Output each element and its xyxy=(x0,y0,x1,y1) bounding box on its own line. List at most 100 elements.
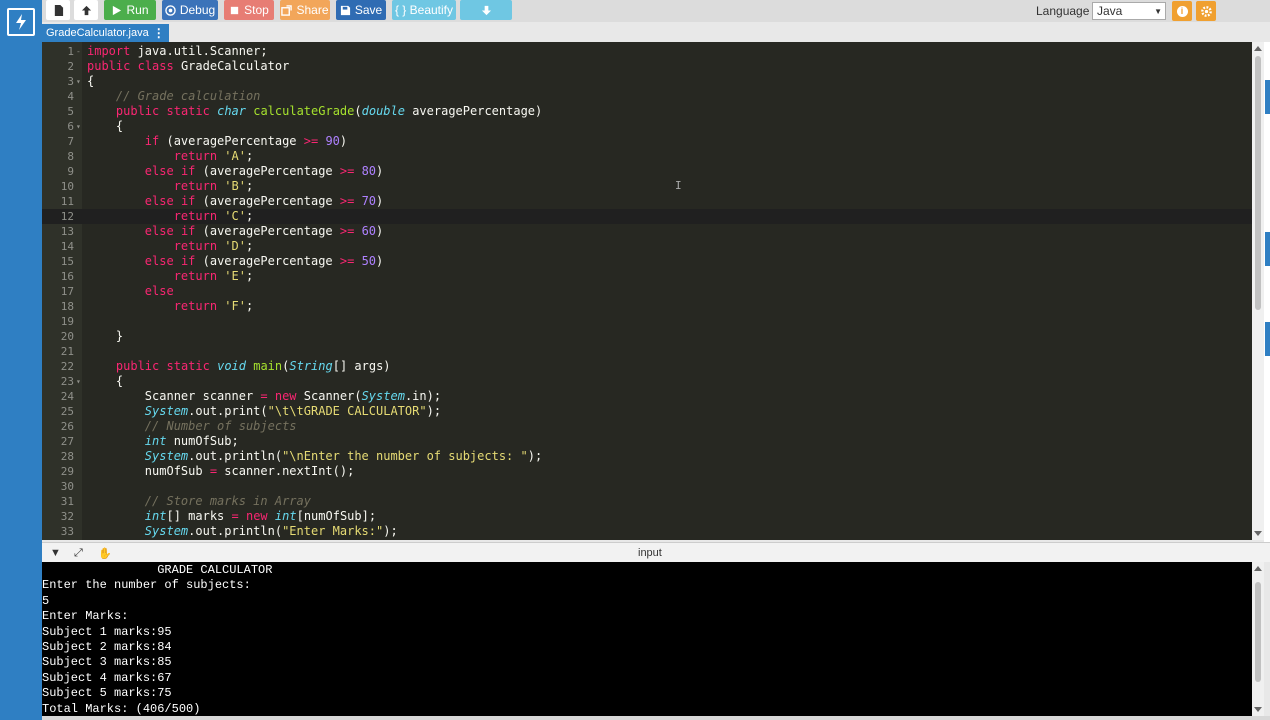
code-line[interactable]: 18 return 'F'; xyxy=(42,299,1252,314)
code-line[interactable]: 22 public static void main(String[] args… xyxy=(42,359,1252,374)
info-button[interactable]: i xyxy=(1172,1,1192,21)
console-output[interactable]: GRADE CALCULATOR Enter the number of subj… xyxy=(42,562,1252,716)
code-line[interactable]: 11 else if (averagePercentage >= 70) xyxy=(42,194,1252,209)
editor-scrollbar[interactable] xyxy=(1252,42,1264,540)
fold-arrow-icon[interactable]: ▾ xyxy=(76,374,81,389)
beautify-button[interactable]: { } Beautify xyxy=(392,0,456,20)
code-line[interactable]: 24 Scanner scanner = new Scanner(System.… xyxy=(42,389,1252,404)
code-line[interactable]: 31 // Store marks in Array xyxy=(42,494,1252,509)
code-line[interactable]: 28 System.out.println("\nEnter the numbe… xyxy=(42,449,1252,464)
code-line[interactable]: 2 public class GradeCalculator xyxy=(42,59,1252,74)
code-line[interactable]: 20 } xyxy=(42,329,1252,344)
line-number: 14 xyxy=(60,240,74,253)
code-line[interactable]: 14 return 'D'; xyxy=(42,239,1252,254)
hand-icon[interactable]: ✋ xyxy=(98,547,112,560)
more-options-icon[interactable]: ⋮ xyxy=(153,26,165,40)
code-line[interactable]: 16 return 'E'; xyxy=(42,269,1252,284)
code-token: 'D' xyxy=(224,239,246,253)
code-line[interactable]: 32 int[] marks = new int[numOfSub]; xyxy=(42,509,1252,524)
console-line: Subject 1 marks:95 xyxy=(42,624,172,639)
save-button[interactable]: Save xyxy=(336,0,386,20)
code-line[interactable]: 27 int numOfSub; xyxy=(42,434,1252,449)
settings-button[interactable] xyxy=(1196,1,1216,21)
language-select[interactable]: Java ▼ xyxy=(1092,2,1166,20)
code-line[interactable]: 19 xyxy=(42,314,1252,329)
console-line: Enter Marks: xyxy=(42,609,129,624)
code-token: "\t\tGRADE CALCULATOR" xyxy=(267,404,427,418)
line-number: 22 xyxy=(60,360,74,373)
code-line[interactable]: 1- import java.util.Scanner; xyxy=(42,44,1252,59)
code-line[interactable]: 7 if (averagePercentage >= 90) xyxy=(42,134,1252,149)
scroll-down-icon[interactable] xyxy=(1254,707,1262,712)
code-text: // Number of subjects xyxy=(87,419,297,434)
run-button[interactable]: Run xyxy=(104,0,156,20)
line-number: 13 xyxy=(60,225,74,238)
code-line[interactable]: 3 ▾ { xyxy=(42,74,1252,89)
share-button[interactable]: Share xyxy=(280,0,330,20)
code-line[interactable]: 17 else xyxy=(42,284,1252,299)
bolt-icon[interactable] xyxy=(7,8,35,36)
stop-button[interactable]: Stop xyxy=(224,0,274,20)
code-line[interactable]: 12 return 'C'; xyxy=(42,209,1252,224)
code-line[interactable]: 23 ▾ { xyxy=(42,374,1252,389)
console-header: ▼ ⤢ ✋ input xyxy=(42,542,1270,562)
console-scroll-thumb[interactable] xyxy=(1255,582,1261,682)
code-token: >= xyxy=(339,254,355,268)
fold-arrow-icon[interactable]: ▾ xyxy=(76,74,81,89)
scroll-up-icon[interactable] xyxy=(1254,46,1262,51)
code-token: ; xyxy=(245,239,254,253)
new-file-button[interactable] xyxy=(46,0,70,20)
code-token: ); xyxy=(426,404,442,418)
run-label: Run xyxy=(126,3,149,17)
code-line[interactable]: 21 xyxy=(42,344,1252,359)
code-token: 90 xyxy=(325,134,340,148)
code-line[interactable]: 9 else if (averagePercentage >= 80) xyxy=(42,164,1252,179)
code-token: averagePercentage) xyxy=(404,104,543,118)
expand-icon[interactable]: ⤢ xyxy=(74,547,83,560)
console-scrollbar[interactable] xyxy=(1252,562,1264,716)
download-button[interactable] xyxy=(460,0,512,20)
code-token: System xyxy=(144,404,189,418)
code-line[interactable]: 29 numOfSub = scanner.nextInt(); xyxy=(42,464,1252,479)
new-file-icon xyxy=(54,4,63,16)
language-label: Language xyxy=(1036,4,1090,18)
code-line[interactable]: 5 public static char calculateGrade(doub… xyxy=(42,104,1252,119)
code-line[interactable]: 25 System.out.print("\t\tGRADE CALCULATO… xyxy=(42,404,1252,419)
code-token: .out.print( xyxy=(188,404,268,418)
code-text: Scanner scanner = new Scanner(System.in)… xyxy=(87,389,441,404)
code-line[interactable]: 4 // Grade calculation xyxy=(42,89,1252,104)
code-token: System xyxy=(144,524,189,538)
tab-file[interactable]: GradeCalculator.java ⋮ xyxy=(42,24,169,42)
code-line[interactable]: 13 else if (averagePercentage >= 60) xyxy=(42,224,1252,239)
upload-icon xyxy=(81,5,91,15)
code-token: else xyxy=(144,164,174,178)
debug-button[interactable]: Debug xyxy=(162,0,218,20)
line-number: 15 xyxy=(60,255,74,268)
code-line[interactable]: 8 return 'A'; xyxy=(42,149,1252,164)
upload-button[interactable] xyxy=(74,0,98,20)
code-line[interactable]: 30 xyxy=(42,479,1252,494)
chevron-down-icon[interactable]: ▼ xyxy=(50,547,61,559)
scroll-up-icon[interactable] xyxy=(1254,566,1262,571)
fold-arrow-icon[interactable]: ▾ xyxy=(76,119,81,134)
code-token: (averagePercentage xyxy=(195,224,340,238)
code-line[interactable]: 6 ▾ { xyxy=(42,119,1252,134)
editor-scroll-thumb[interactable] xyxy=(1255,56,1261,310)
code-token: 'E' xyxy=(224,269,246,283)
code-token: .in); xyxy=(404,389,442,403)
scroll-down-icon[interactable] xyxy=(1254,531,1262,536)
code-line[interactable]: 15 else if (averagePercentage >= 50) xyxy=(42,254,1252,269)
stop-icon xyxy=(230,6,239,14)
code-token: static xyxy=(166,359,210,373)
code-line[interactable]: 26 // Number of subjects xyxy=(42,419,1252,434)
code-line[interactable]: 10 return 'B'; xyxy=(42,179,1252,194)
code-token: >= xyxy=(339,224,355,238)
code-token: "\nEnter the number of subjects: " xyxy=(282,449,528,463)
code-editor[interactable]: I 1- import java.util.Scanner; 2 public cla… xyxy=(42,42,1252,540)
code-token: ; xyxy=(245,149,254,163)
code-token: calculateGrade xyxy=(253,104,355,118)
code-token: [numOfSub]; xyxy=(296,509,377,523)
code-line[interactable]: 33 System.out.println("Enter Marks:"); xyxy=(42,524,1252,539)
